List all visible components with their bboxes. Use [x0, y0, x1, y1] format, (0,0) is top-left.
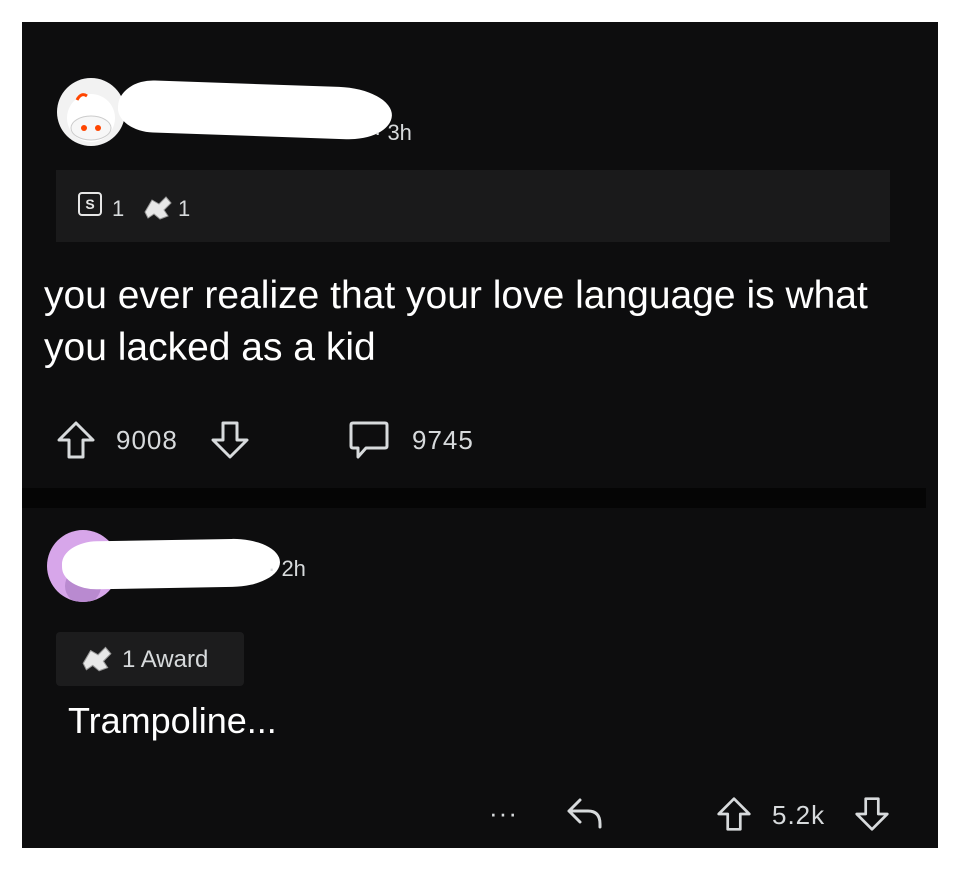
comment-downvote-icon[interactable]	[854, 795, 890, 833]
comment-text: Trampoline...	[68, 700, 277, 741]
post: · 3h S 1 1 you ever realize that your lo…	[22, 22, 938, 488]
helpful-award-icon	[82, 646, 112, 672]
post-comment-count[interactable]: 9745	[412, 425, 474, 456]
reddit-screenshot: · 3h S 1 1 you ever realize that your lo…	[22, 22, 938, 848]
redacted-commenter-name	[61, 538, 281, 590]
helpful-award-count: 1	[178, 196, 191, 221]
post-time: · 3h	[374, 120, 412, 145]
comment-time: · 2h	[268, 556, 306, 581]
comment-score: 5.2k	[772, 800, 826, 830]
silver-award-count: 1	[112, 196, 125, 221]
silver-award-icon: S	[78, 192, 102, 216]
downvote-icon[interactable]	[210, 420, 250, 460]
post-vote-count: 9008	[116, 425, 178, 455]
upvote-icon[interactable]	[56, 420, 96, 460]
post-title[interactable]: you ever realize that your love language…	[44, 270, 924, 374]
more-options-button[interactable]: ···	[489, 798, 518, 829]
snoo-icon	[67, 93, 115, 142]
comment-upvote-icon[interactable]	[716, 795, 752, 833]
comment-icon[interactable]	[348, 420, 390, 460]
comment-award-label: 1 Award	[122, 646, 209, 673]
redacted-username	[117, 79, 393, 141]
divider	[22, 488, 926, 508]
reply-icon[interactable]	[566, 796, 604, 830]
user-avatar[interactable]	[57, 78, 125, 146]
helpful-award-icon	[144, 196, 172, 220]
